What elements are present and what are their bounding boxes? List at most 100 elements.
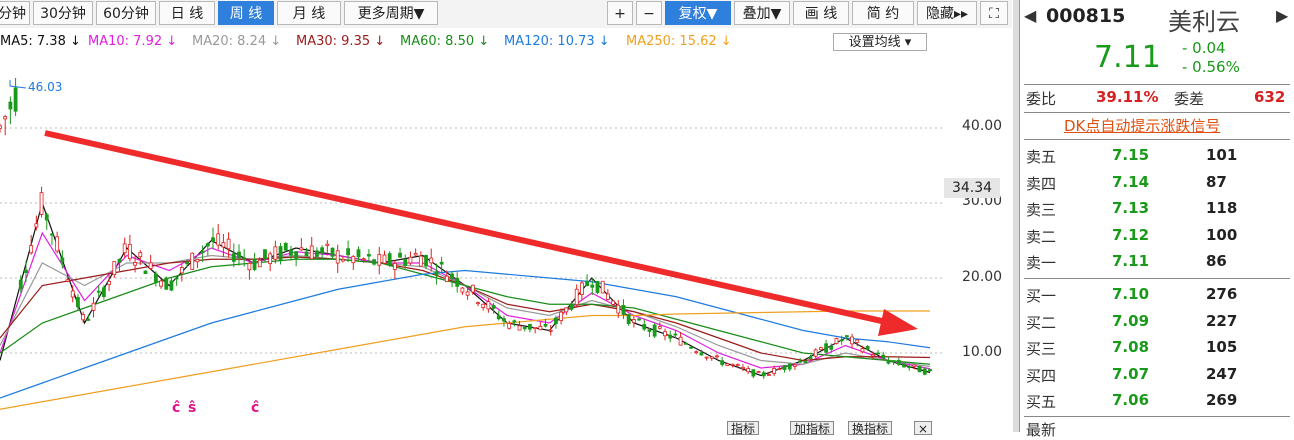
candle	[533, 326, 538, 330]
candle	[486, 301, 491, 310]
candle	[600, 280, 605, 294]
switch-indicator-button[interactable]: 换指标	[848, 421, 893, 436]
candle	[8, 101, 13, 110]
candle	[117, 258, 122, 263]
candle	[850, 336, 854, 345]
buy-volume: 247	[1206, 364, 1238, 383]
candle	[418, 255, 423, 267]
indicator-button[interactable]: 指标	[727, 421, 760, 436]
candle	[855, 339, 860, 343]
close-indicator-button[interactable]: ×	[914, 421, 933, 436]
candle	[834, 338, 839, 344]
candle	[133, 262, 137, 266]
candle	[346, 248, 351, 256]
peak-price-label: 46.03	[28, 80, 63, 94]
candle	[283, 242, 288, 251]
candle	[663, 331, 667, 337]
candle	[647, 329, 652, 332]
candle	[398, 252, 402, 258]
period-30min-tab[interactable]: 30分钟	[33, 1, 93, 25]
weibi-value: 39.11%	[1096, 88, 1159, 106]
period-week-tab[interactable]: 周 线	[218, 1, 274, 25]
candle	[694, 351, 699, 354]
candle	[844, 335, 849, 338]
sell-row[interactable]: 卖三 7.13 118	[1020, 196, 1294, 222]
candle	[86, 319, 91, 321]
add-indicator-button[interactable]: 加指标	[790, 421, 835, 436]
candle	[185, 261, 189, 265]
period-month-tab[interactable]: 月 线	[277, 1, 341, 25]
price-change-pct: - 0.56%	[1182, 58, 1240, 76]
candle	[195, 258, 200, 263]
candle	[761, 372, 766, 377]
buy-row[interactable]: 买二 7.09 227	[1020, 309, 1294, 335]
candle	[309, 245, 314, 260]
candle	[668, 334, 673, 339]
ma-line-ma30	[0, 256, 931, 362]
candle	[211, 237, 215, 242]
zoom-out-button[interactable]: −	[636, 1, 662, 25]
candle	[507, 322, 512, 329]
prev-stock-icon[interactable]: ◀	[1024, 6, 1036, 25]
overlay-dropdown[interactable]: 叠加▼	[734, 1, 790, 25]
candle	[881, 354, 886, 359]
period-1min-tab[interactable]: 分钟	[0, 1, 30, 25]
y-tick-label: 10.00	[962, 344, 1003, 360]
candle	[242, 257, 247, 260]
candle	[808, 357, 813, 359]
hide-panel-button[interactable]: 隐藏▸▸	[917, 1, 977, 25]
signal-marker: ŝ	[188, 400, 197, 416]
sell-row[interactable]: 卖一 7.11 86	[1020, 249, 1294, 275]
buy-label: 买二	[1026, 313, 1057, 332]
buy-volume: 227	[1206, 311, 1238, 330]
candle	[460, 287, 465, 293]
candle	[413, 253, 418, 256]
sell-row[interactable]: 卖二 7.12 100	[1020, 223, 1294, 249]
draw-line-button[interactable]: 画 线	[793, 1, 849, 25]
candle	[408, 256, 413, 264]
sell-row[interactable]: 卖四 7.14 87	[1020, 170, 1294, 196]
more-periods-dropdown[interactable]: 更多周期▼	[344, 1, 438, 25]
candle	[657, 326, 662, 329]
dk-signal-link[interactable]: DK点自动提示涨跌信号	[1064, 115, 1220, 136]
period-60min-tab[interactable]: 60分钟	[96, 1, 156, 25]
sell-price: 7.15	[1112, 146, 1150, 164]
candle	[730, 363, 735, 366]
candle	[626, 314, 631, 325]
fullscreen-icon[interactable]: ⛶	[980, 1, 1008, 25]
candle	[652, 324, 657, 337]
stock-code: 000815	[1046, 5, 1126, 27]
kline-chart[interactable]: MA5: 7.38 ↓ MA10: 7.92 ↓ MA20: 8.24 ↓ MA…	[0, 28, 1012, 432]
adjust-rights-dropdown[interactable]: 复权▼	[665, 1, 731, 25]
candle	[403, 258, 408, 266]
period-day-tab[interactable]: 日 线	[159, 1, 215, 25]
quote-panel: ◀ 000815 美利云 ▶ 7.11 - 0.04 - 0.56% 委比 39…	[1019, 0, 1294, 439]
candle	[886, 359, 891, 364]
sell-label: 卖四	[1026, 174, 1057, 193]
candle	[470, 284, 475, 293]
candle	[444, 275, 449, 282]
candle	[424, 255, 428, 267]
candle	[18, 279, 23, 290]
simple-mode-button[interactable]: 简 约	[852, 1, 914, 25]
signal-marker: ĉ	[251, 400, 260, 416]
buy-price: 7.08	[1112, 338, 1150, 357]
buy-row[interactable]: 买三 7.08 105	[1020, 335, 1294, 361]
buy-label: 买一	[1026, 287, 1057, 305]
candle	[605, 293, 610, 300]
candle	[678, 336, 683, 346]
candle	[829, 345, 834, 350]
candle	[720, 360, 725, 365]
sell-volume: 100	[1206, 225, 1238, 244]
zoom-in-button[interactable]: +	[607, 1, 633, 25]
buy-price: 7.07	[1112, 364, 1150, 383]
buy-row[interactable]: 买四 7.07 247	[1020, 362, 1294, 388]
candle	[278, 246, 283, 261]
buy-row[interactable]: 买五 7.06 269	[1020, 388, 1294, 414]
candle	[683, 342, 688, 345]
sell-row[interactable]: 卖五 7.15 101	[1020, 143, 1294, 169]
candle	[590, 284, 595, 288]
next-stock-icon[interactable]: ▶	[1276, 6, 1288, 25]
buy-row[interactable]: 买一 7.10 276	[1020, 282, 1294, 308]
candle	[579, 282, 584, 296]
